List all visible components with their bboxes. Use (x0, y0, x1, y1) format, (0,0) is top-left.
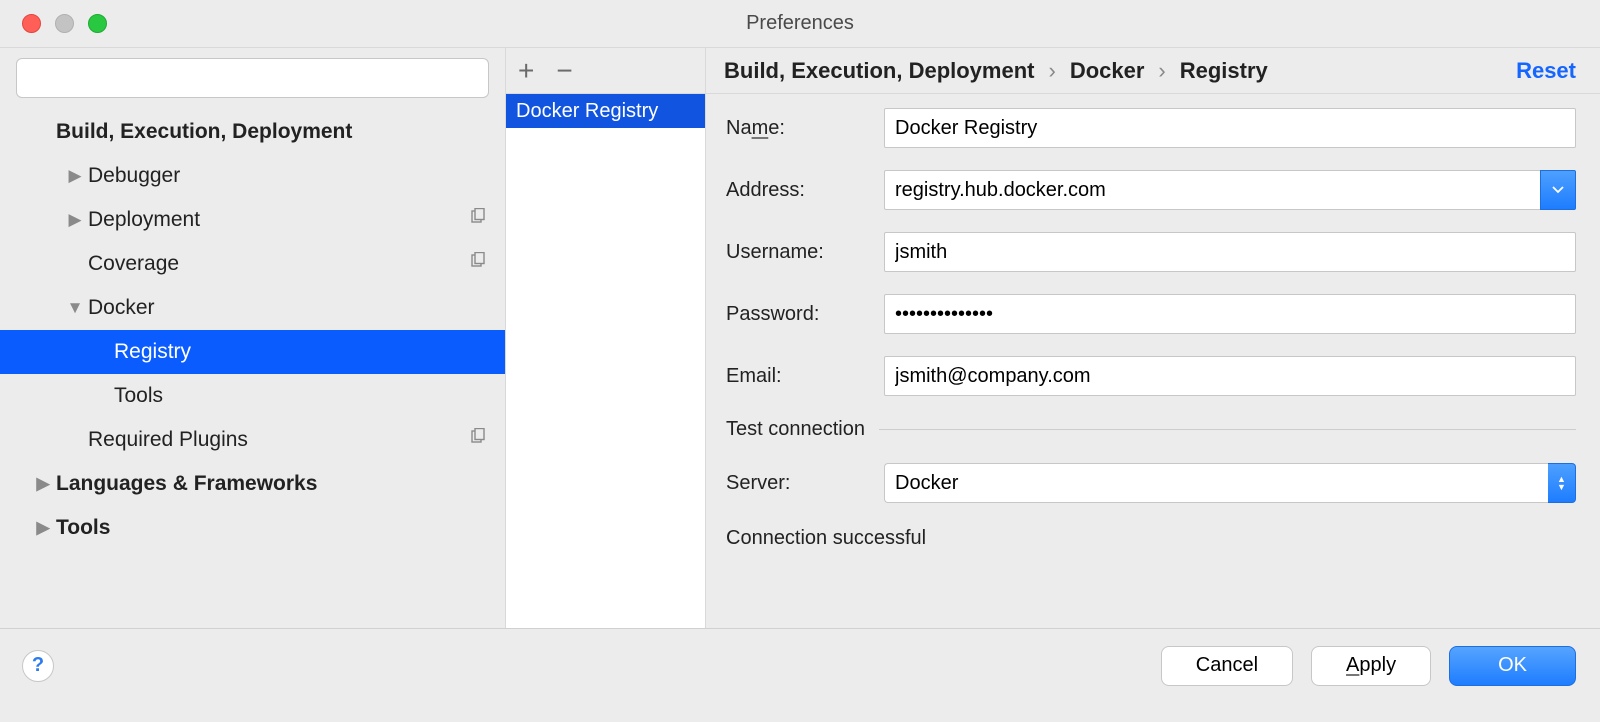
address-dropdown-button[interactable] (1540, 170, 1576, 210)
username-field[interactable] (884, 232, 1576, 272)
divider (879, 429, 1576, 430)
server-dropdown-button[interactable]: ▲▼ (1548, 463, 1576, 503)
address-field[interactable] (884, 170, 1540, 210)
tree-item-deployment[interactable]: ▶Deployment (0, 198, 505, 242)
chevron-right-icon: › (1048, 58, 1055, 84)
crumb-2: Registry (1180, 58, 1268, 84)
password-label: Password: (726, 303, 884, 326)
connection-status: Connection successful (726, 525, 1576, 550)
tree-item-label: Coverage (88, 252, 469, 276)
registry-list-item[interactable]: Docker Registry (506, 94, 705, 128)
server-select[interactable] (884, 463, 1548, 503)
tree-item-required-plugins[interactable]: Required Plugins (0, 418, 505, 462)
cancel-button[interactable]: Cancel (1161, 646, 1293, 686)
server-label: Server: (726, 472, 884, 495)
registry-list-panel: + − Docker Registry (506, 48, 706, 628)
tree-item-debugger[interactable]: ▶Debugger (0, 154, 505, 198)
password-field[interactable] (884, 294, 1576, 334)
crumb-0: Build, Execution, Deployment (724, 58, 1034, 84)
username-label: Username: (726, 241, 884, 264)
copy-icon (469, 208, 487, 232)
tree-item-tools[interactable]: Tools (0, 374, 505, 418)
tree-item-label: Docker (88, 296, 505, 320)
tree-item-label: Tools (56, 516, 505, 540)
tree-item-tools[interactable]: ▶Tools (0, 506, 505, 550)
tree-item-label: Required Plugins (88, 428, 469, 452)
apply-button[interactable]: Apply (1311, 646, 1431, 686)
window-title: Preferences (0, 12, 1600, 35)
tree-item-label: Debugger (88, 164, 505, 188)
address-label: Address: (726, 179, 884, 202)
tree-item-registry[interactable]: Registry (0, 330, 505, 374)
crumb-1: Docker (1070, 58, 1145, 84)
chevron-right-icon: ▶ (30, 474, 56, 494)
registry-detail-panel: Build, Execution, Deployment › Docker › … (706, 48, 1600, 628)
name-field[interactable] (884, 108, 1576, 148)
ok-button[interactable]: OK (1449, 646, 1576, 686)
chevron-down-icon: ▼ (62, 298, 88, 318)
tree-item-label: Registry (114, 340, 505, 364)
registry-list-toolbar: + − (506, 48, 705, 94)
chevron-right-icon: ▶ (30, 518, 56, 538)
help-button[interactable]: ? (22, 650, 54, 682)
breadcrumb: Build, Execution, Deployment › Docker › … (706, 48, 1600, 94)
remove-registry-button[interactable]: − (556, 57, 572, 85)
chevron-right-icon: ▶ (62, 210, 88, 230)
chevron-right-icon: › (1158, 58, 1165, 84)
search-input[interactable] (16, 58, 489, 98)
dialog-footer: ? Cancel Apply OK (0, 628, 1600, 702)
titlebar: Preferences (0, 0, 1600, 48)
chevron-right-icon: ▶ (62, 166, 88, 186)
email-label: Email: (726, 365, 884, 388)
copy-icon (469, 252, 487, 276)
tree-item-coverage[interactable]: Coverage (0, 242, 505, 286)
name-label: Name: (726, 117, 884, 140)
add-registry-button[interactable]: + (518, 57, 534, 85)
tree-item-label: Languages & Frameworks (56, 472, 505, 496)
email-field[interactable] (884, 356, 1576, 396)
registry-list: Docker Registry (506, 94, 705, 628)
copy-icon (469, 428, 487, 452)
preferences-tree: Build, Execution, Deployment▶Debugger▶De… (0, 106, 505, 628)
reset-link[interactable]: Reset (1516, 58, 1576, 84)
tree-item-languages-frameworks[interactable]: ▶Languages & Frameworks (0, 462, 505, 506)
test-connection-label: Test connection (726, 418, 865, 441)
tree-item-label: Build, Execution, Deployment (56, 120, 505, 144)
tree-item-label: Tools (114, 384, 505, 408)
tree-item-label: Deployment (88, 208, 469, 232)
preferences-tree-panel: Build, Execution, Deployment▶Debugger▶De… (0, 48, 506, 628)
tree-item-docker[interactable]: ▼Docker (0, 286, 505, 330)
tree-item-build-execution-deployment[interactable]: Build, Execution, Deployment (0, 110, 505, 154)
